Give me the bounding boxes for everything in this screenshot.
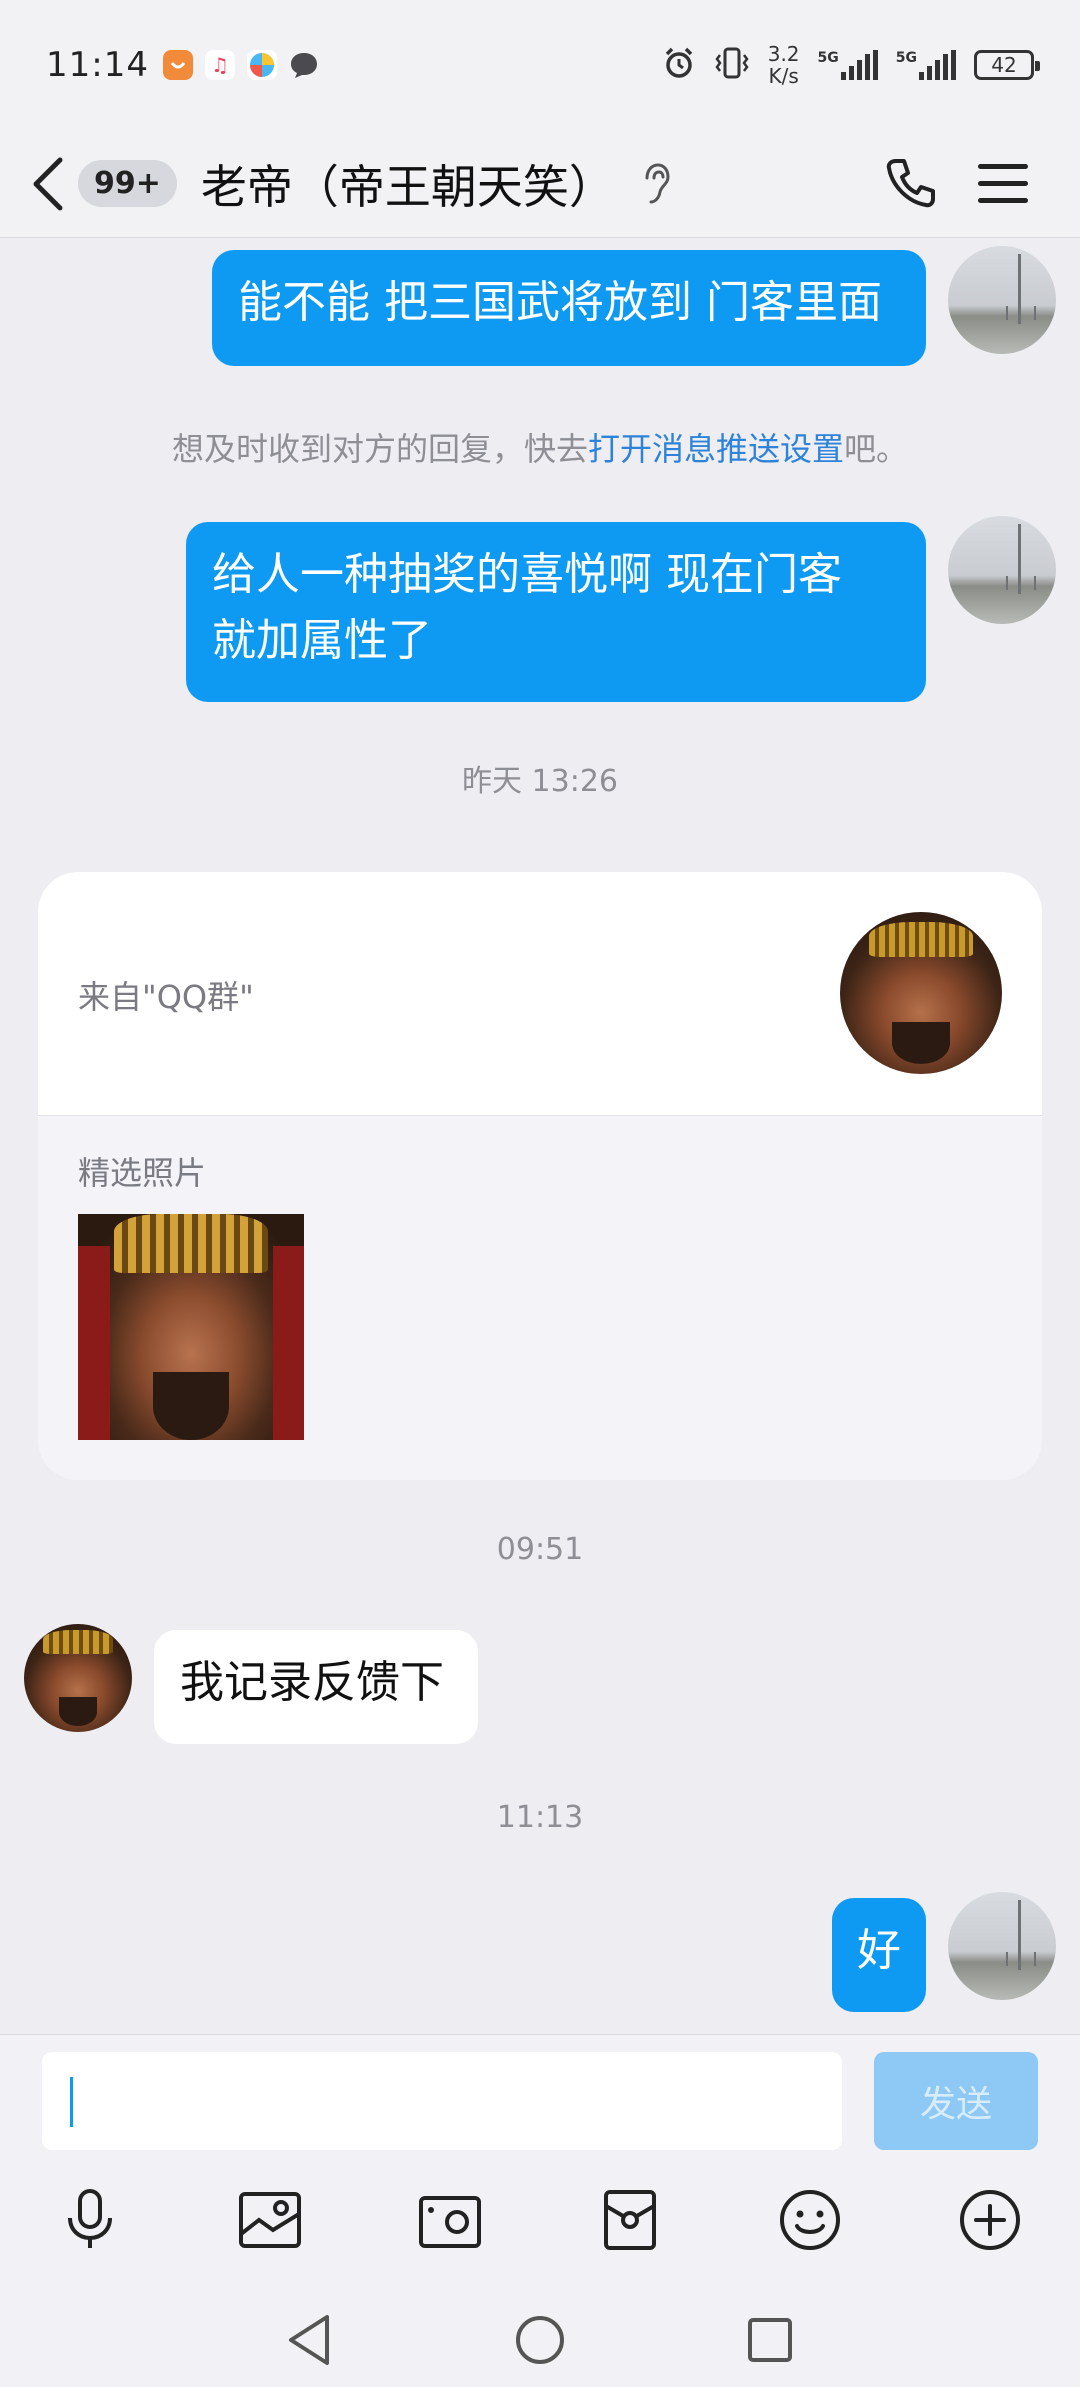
signal-bars-icon [919, 50, 956, 80]
ear-icon[interactable] [641, 160, 677, 208]
network-speed: 3.2 K/s [768, 43, 800, 87]
timestamp: 昨天 13:26 [462, 764, 618, 799]
phone-icon[interactable] [882, 148, 940, 218]
input-toolbar [0, 2180, 1080, 2260]
card-source: 来自"QQ群" [78, 978, 254, 1016]
nav-recents-icon[interactable] [740, 2310, 800, 2370]
chat-title[interactable]: 老帝（帝王朝天笑） [201, 151, 615, 217]
notification-icons: ♫ [162, 50, 319, 80]
message-input[interactable] [42, 2052, 842, 2150]
network-speed-unit: K/s [768, 64, 799, 88]
microphone-icon[interactable] [50, 2180, 130, 2260]
incoming-message[interactable]: 我记录反馈下 [154, 1630, 478, 1744]
message-text-line: 就加属性了 [212, 615, 432, 666]
push-settings-link[interactable]: 打开消息推送设置 [588, 430, 844, 468]
outgoing-message[interactable]: 能不能 把三国武将放到 门客里面 [212, 250, 926, 366]
menu-icon[interactable] [978, 148, 1028, 218]
message-text: 好 [857, 1925, 901, 1976]
unread-badge[interactable]: 99+ [78, 160, 177, 207]
plus-icon[interactable] [950, 2180, 1030, 2260]
push-settings-notice: 想及时收到对方的回复，快去打开消息推送设置吧。 [0, 424, 1080, 470]
outgoing-message[interactable]: 好 [832, 1898, 926, 2012]
sim2-tag: 5G [895, 50, 917, 66]
status-bar: 11:14 ♫ 3.2 K/s 5G 5G 42 [0, 0, 1080, 130]
sim1-signal: 5G [818, 50, 878, 80]
message-text: 能不能 把三国武将放到 门客里面 [238, 277, 882, 328]
red-packet-icon[interactable] [590, 2180, 670, 2260]
battery-level: 42 [991, 53, 1017, 77]
status-right: 3.2 K/s 5G 5G 42 [662, 43, 1040, 87]
sim2-signal: 5G [896, 50, 956, 80]
chat-header: 99+ 老帝（帝王朝天笑） [0, 130, 1080, 238]
card-header: 来自"QQ群" [38, 872, 1042, 1116]
image-icon[interactable] [230, 2180, 310, 2260]
camera-icon[interactable] [410, 2180, 490, 2260]
pinwheel-icon [246, 50, 277, 80]
sim1-tag: 5G [817, 50, 839, 66]
chat-bubble-icon [289, 50, 319, 80]
send-button[interactable]: 发送 [874, 2052, 1038, 2150]
emoji-icon[interactable] [770, 2180, 850, 2260]
timestamp: 11:13 [496, 1800, 584, 1835]
signal-bars-icon [840, 50, 878, 80]
shared-profile-card[interactable]: 来自"QQ群" 精选照片 [38, 872, 1042, 1480]
alarm-icon [662, 46, 696, 84]
featured-photo[interactable] [78, 1214, 304, 1440]
notice-suffix: 吧。 [844, 430, 909, 468]
outgoing-message[interactable]: 给人一种抽奖的喜悦啊 现在门客 就加属性了 [186, 522, 926, 702]
contact-avatar[interactable] [24, 1624, 132, 1732]
message-text-line: 给人一种抽奖的喜悦啊 现在门客 [212, 549, 842, 600]
music-icon: ♫ [204, 50, 235, 80]
status-time: 11:14 [46, 45, 149, 85]
app-icon-orange [162, 50, 193, 80]
nav-home-icon[interactable] [510, 2310, 570, 2370]
card-section-title: 精选照片 [78, 1154, 207, 1192]
back-icon[interactable] [30, 154, 76, 214]
nav-back-icon[interactable] [280, 2310, 340, 2370]
self-avatar[interactable] [948, 1892, 1056, 2000]
battery-icon: 42 [974, 50, 1040, 80]
card-avatar[interactable] [840, 912, 1002, 1074]
vibrate-icon [714, 46, 750, 84]
system-nav-bar [0, 2290, 1080, 2387]
network-speed-value: 3.2 [767, 42, 800, 66]
self-avatar[interactable] [948, 246, 1056, 354]
message-text: 我记录反馈下 [180, 1657, 444, 1708]
self-avatar[interactable] [948, 516, 1056, 624]
notice-prefix: 想及时收到对方的回复，快去 [171, 430, 588, 468]
timestamp: 09:51 [496, 1532, 584, 1567]
text-cursor [70, 2077, 73, 2127]
